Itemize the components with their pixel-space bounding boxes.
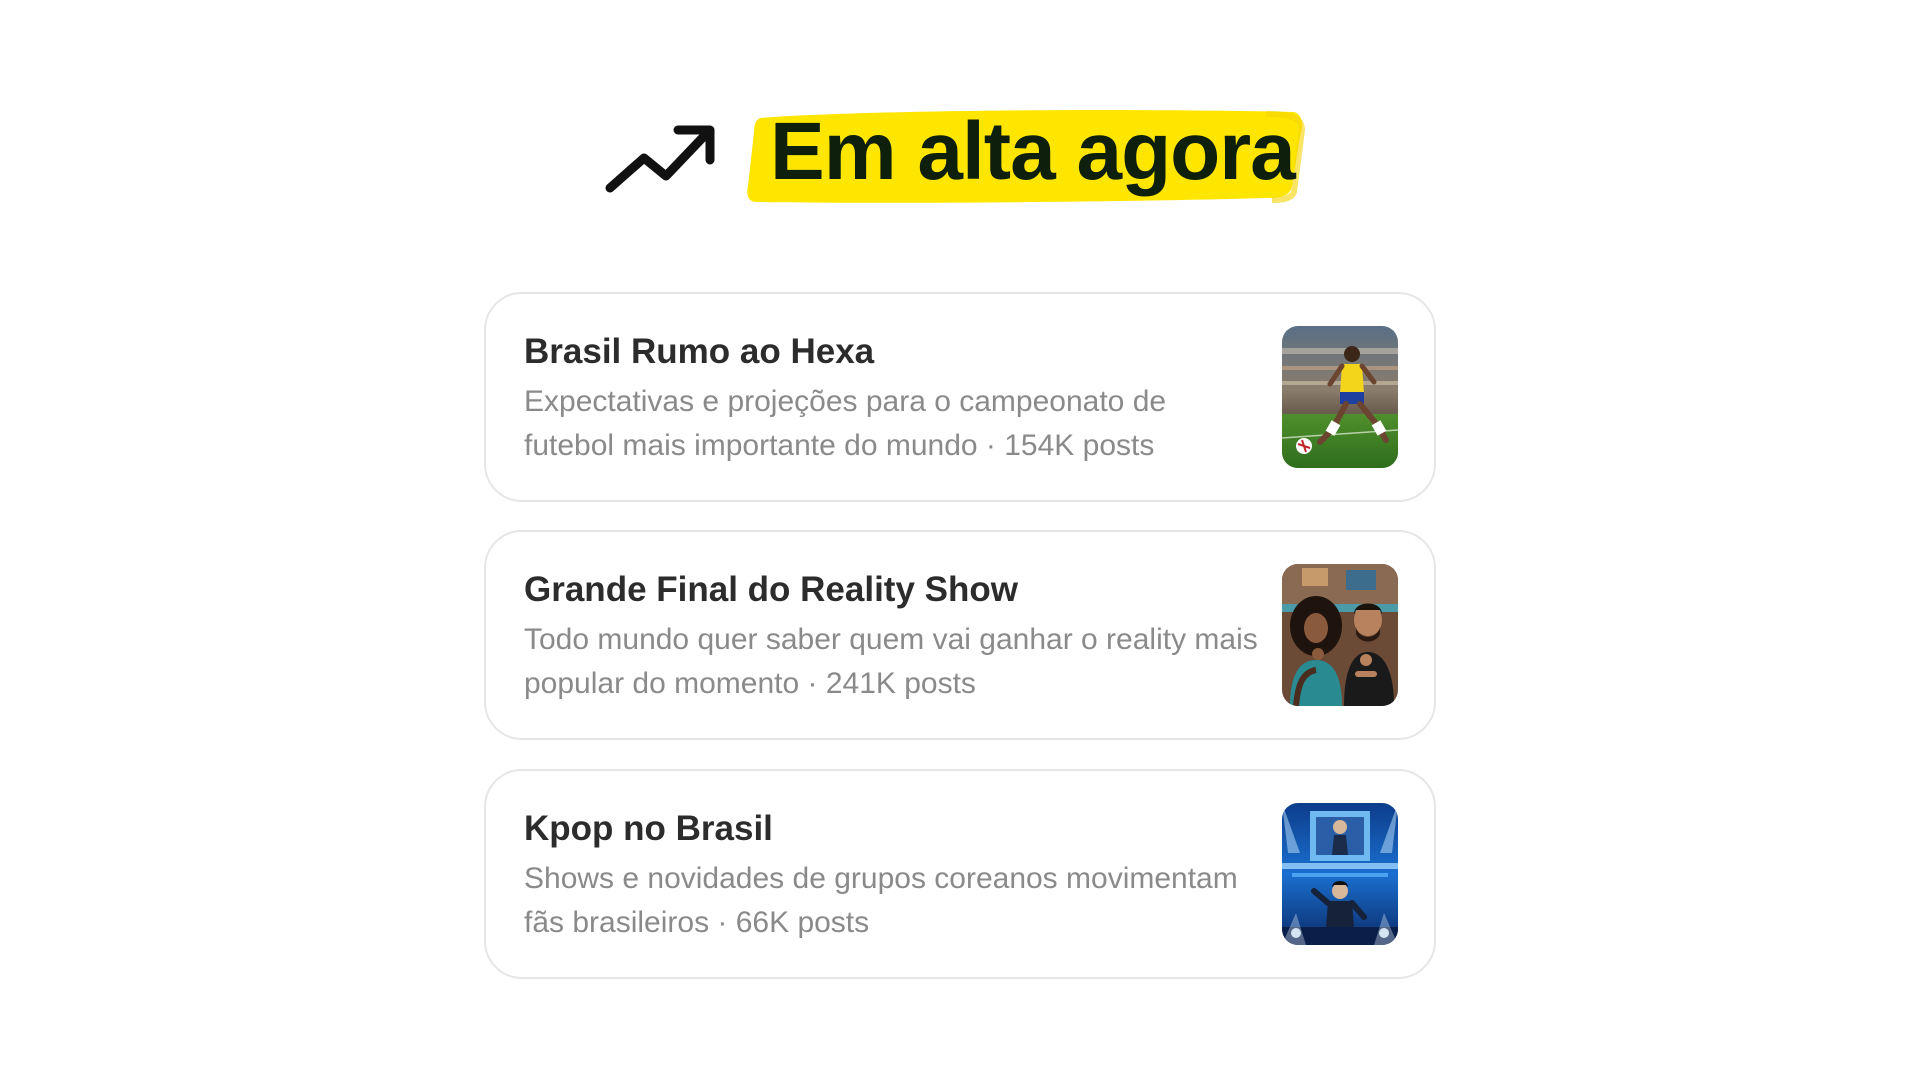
trend-description: Shows e novidades de grupos coreanos mov… <box>524 862 1238 939</box>
trend-card-reality-show[interactable]: Grande Final do Reality Show Todo mundo … <box>484 530 1436 740</box>
reality-show-viewers-image <box>1282 564 1398 706</box>
page-title: Em alta agora <box>770 106 1296 197</box>
trend-card-kpop[interactable]: Kpop no Brasil Shows e novidades de grup… <box>484 769 1436 979</box>
trend-title: Grande Final do Reality Show <box>524 570 1018 609</box>
trend-title: Brasil Rumo ao Hexa <box>524 332 875 371</box>
trend-description: Expectativas e projeções para o campeona… <box>524 385 1167 462</box>
trend-title: Kpop no Brasil <box>524 809 773 848</box>
trend-description: Todo mundo quer saber quem vai ganhar o … <box>524 623 1258 700</box>
soccer-player-image <box>1282 326 1398 468</box>
trend-card-brasil-hexa[interactable]: Brasil Rumo ao Hexa Expectativas e proje… <box>484 292 1436 502</box>
kpop-concert-image <box>1282 803 1398 945</box>
trending-up-icon <box>605 125 715 193</box>
trending-header: Em alta agora <box>604 100 1314 210</box>
